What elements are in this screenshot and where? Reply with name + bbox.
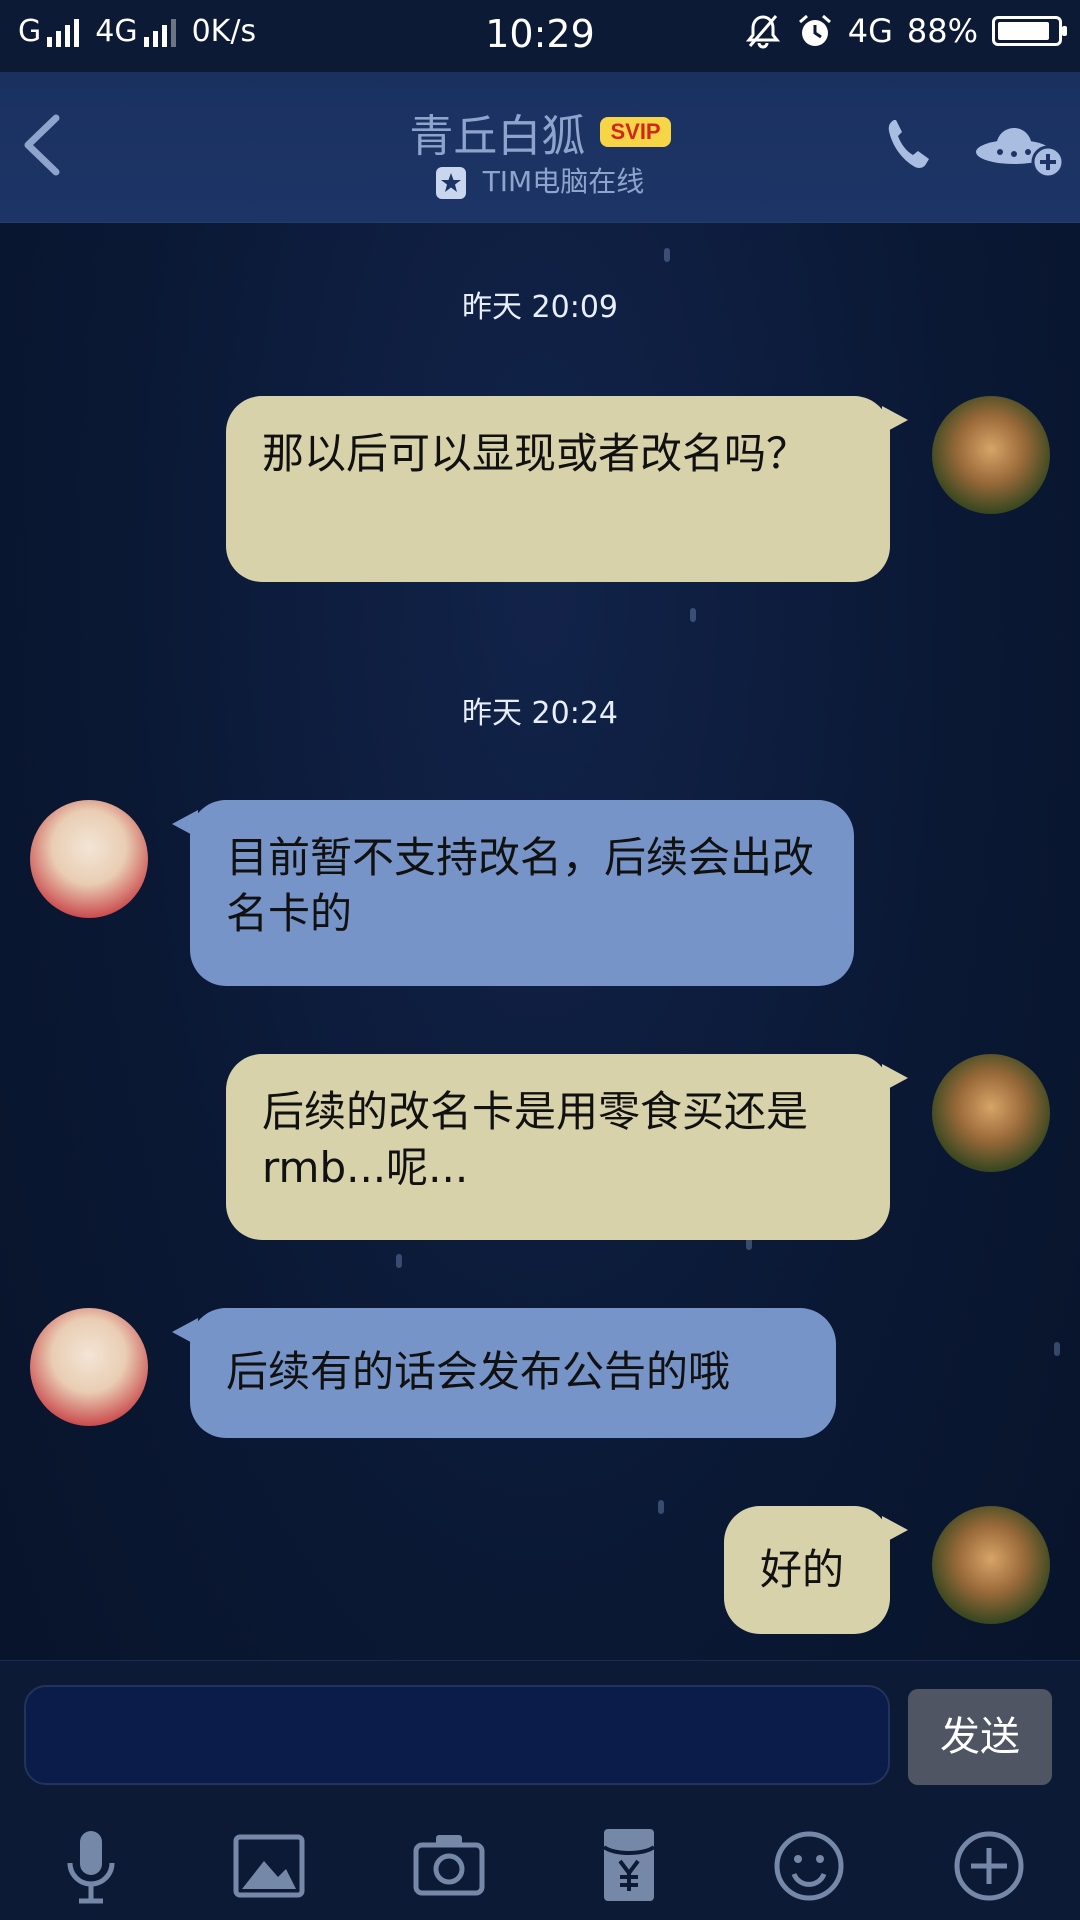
microphone-icon[interactable]	[46, 1821, 136, 1911]
bubble-tail	[172, 810, 198, 838]
camera-icon[interactable]	[404, 1821, 494, 1911]
emoji-icon[interactable]	[764, 1821, 854, 1911]
background-speck	[664, 248, 670, 262]
alarm-icon	[798, 14, 831, 46]
message-text: 目前暂不支持改名，后续会出改名卡的	[226, 833, 815, 938]
plus-icon[interactable]	[944, 1821, 1034, 1911]
add-ufo-icon[interactable]	[972, 112, 1068, 182]
battery-percent: 88%	[906, 12, 978, 50]
bubble-tail	[882, 1064, 908, 1092]
status-bar: G 4G 0K/s 10:29 4G 88%	[0, 0, 1080, 72]
message-timestamp: 昨天 20:09	[462, 290, 618, 325]
message-timestamp: 昨天 20:24	[462, 696, 618, 731]
chat-screen: G 4G 0K/s 10:29 4G 88% 青丘白狐 SVIP TIM电脑在线…	[0, 0, 1080, 1920]
bubble-tail	[882, 1516, 908, 1544]
background-speck	[690, 608, 696, 622]
my-avatar[interactable]	[932, 1054, 1050, 1172]
my-avatar[interactable]	[932, 1506, 1050, 1624]
chat-header: 青丘白狐 SVIP TIM电脑在线	[0, 72, 1080, 223]
bubble-tail	[172, 1318, 198, 1346]
sent-message-bubble[interactable]: 好的	[724, 1506, 908, 1634]
red-packet-icon[interactable]	[584, 1821, 674, 1911]
background-speck	[396, 1254, 402, 1268]
status-right: 4G 88%	[744, 12, 1067, 50]
message-text: 后续有的话会发布公告的哦	[226, 1347, 731, 1396]
battery-icon	[992, 16, 1067, 46]
my-avatar[interactable]	[932, 396, 1050, 514]
send-button[interactable]: 发送	[908, 1689, 1052, 1785]
contact-name: 青丘白狐	[409, 111, 586, 162]
background-speck	[1054, 1342, 1060, 1356]
received-message-bubble[interactable]: 后续有的话会发布公告的哦	[172, 1308, 836, 1438]
contact-avatar[interactable]	[30, 1308, 148, 1426]
mute-notifications-icon	[745, 15, 780, 49]
svip-badge: SVIP	[600, 117, 671, 147]
message-text: 那以后可以显现或者改名吗？	[262, 429, 809, 478]
background-speck	[658, 1500, 664, 1514]
received-message-bubble[interactable]: 目前暂不支持改名，后续会出改名卡的	[172, 800, 854, 986]
contact-avatar[interactable]	[30, 800, 148, 918]
image-icon[interactable]	[224, 1821, 314, 1911]
phone-icon[interactable]	[880, 112, 940, 182]
message-input[interactable]	[24, 1685, 890, 1785]
message-text: 后续的改名卡是用零食买还是rmb...呢...	[262, 1087, 809, 1192]
message-text: 好的	[760, 1545, 845, 1594]
composer-toolbar	[0, 1821, 1080, 1920]
tim-icon	[435, 167, 466, 199]
sent-message-bubble[interactable]: 后续的改名卡是用零食买还是rmb...呢...	[226, 1054, 908, 1240]
composer: 发送	[0, 1660, 1080, 1920]
sent-message-bubble[interactable]: 那以后可以显现或者改名吗？	[226, 396, 908, 582]
online-status-text: TIM电脑在线	[482, 165, 645, 198]
bubble-tail	[882, 406, 908, 434]
network-type: 4G	[847, 12, 893, 50]
